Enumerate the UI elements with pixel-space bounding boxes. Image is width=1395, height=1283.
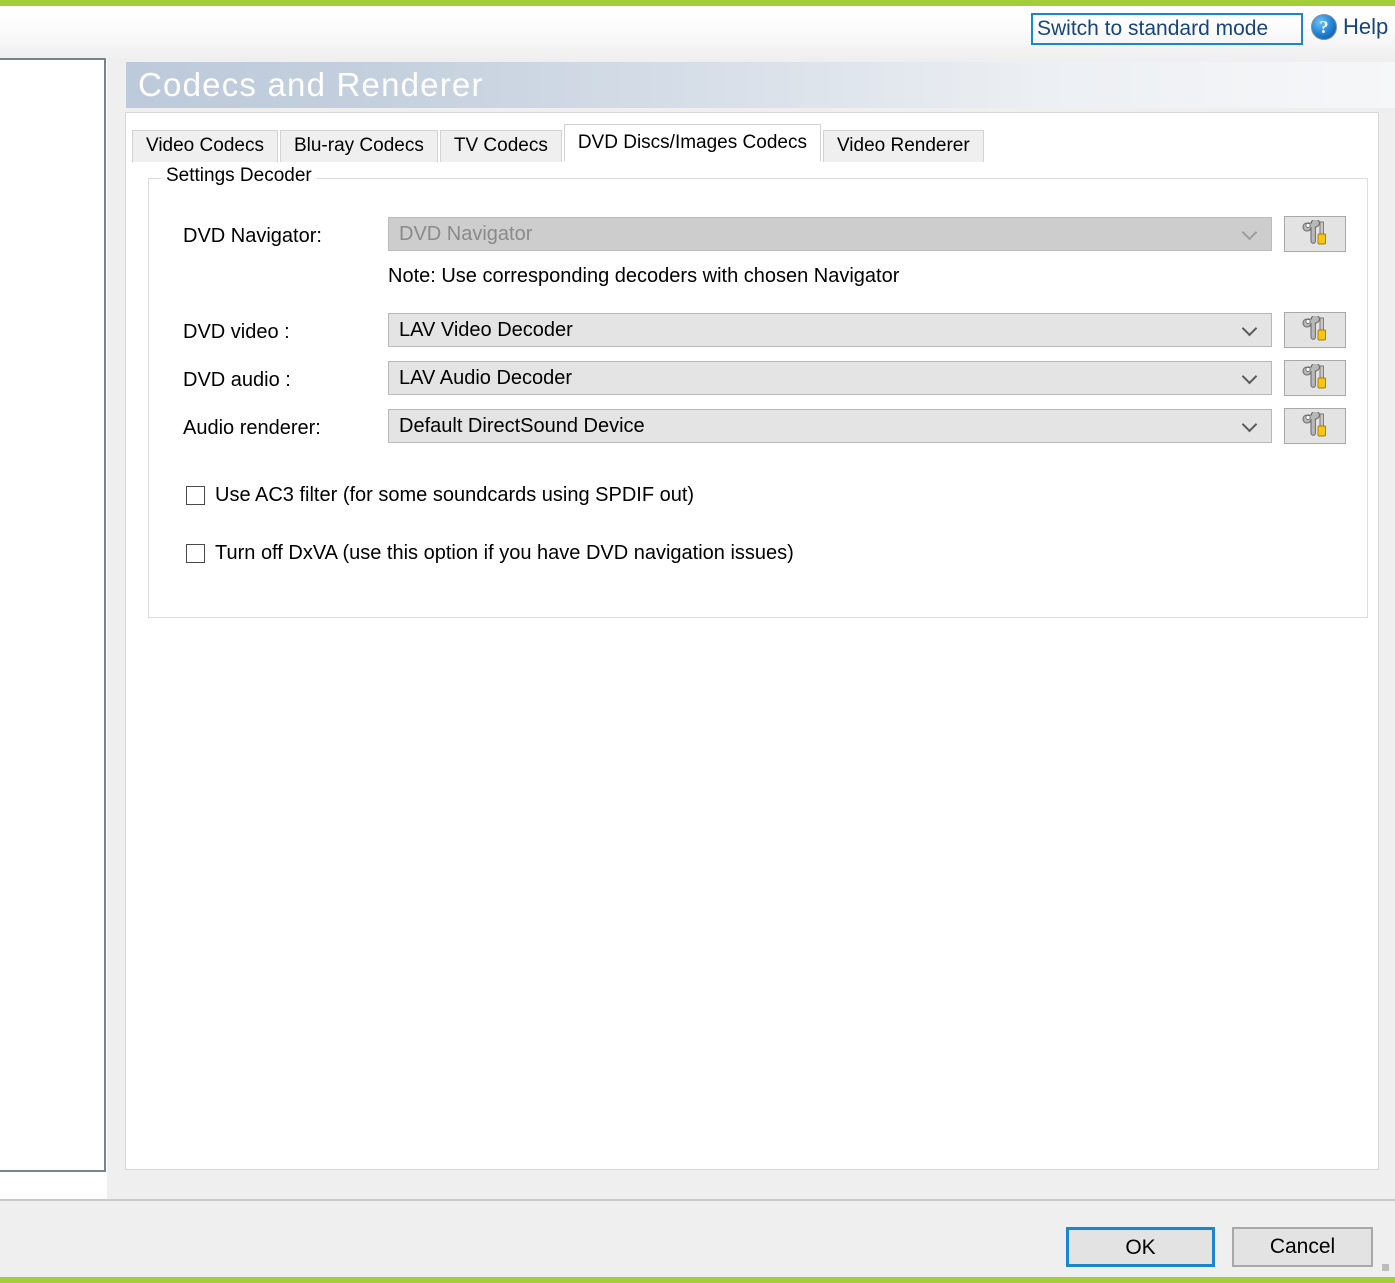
resize-grip[interactable]: [1382, 1264, 1389, 1271]
dvd-video-value: LAV Video Decoder: [399, 318, 573, 341]
turn-off-dxva-checkbox[interactable]: [186, 544, 205, 563]
dvd-audio-label: DVD audio :: [183, 369, 291, 391]
tab-bluray-codecs[interactable]: Blu-ray Codecs: [279, 130, 438, 162]
wrench-screwdriver-icon: [1302, 316, 1327, 341]
audio-renderer-label: Audio renderer:: [183, 417, 321, 439]
dvd-video-settings-button[interactable]: [1284, 312, 1346, 348]
turn-off-dxva-label: Turn off DxVA (use this option if you ha…: [215, 542, 794, 564]
page-title-band: Codecs and Renderer: [126, 62, 1395, 108]
dvd-video-select[interactable]: LAV Video Decoder: [388, 313, 1272, 347]
tab-video-renderer[interactable]: Video Renderer: [822, 130, 984, 162]
wrench-screwdriver-icon: [1302, 220, 1327, 245]
settings-decoder-legend: Settings Decoder: [161, 165, 317, 187]
cancel-button[interactable]: Cancel: [1232, 1227, 1373, 1267]
dvd-navigator-label: DVD Navigator:: [183, 225, 322, 247]
dvd-navigator-settings-button[interactable]: [1284, 216, 1346, 252]
audio-renderer-select[interactable]: Default DirectSound Device: [388, 409, 1272, 443]
use-ac3-filter-checkbox[interactable]: [186, 486, 205, 505]
application-window: Switch to standard mode ? Help Codecs an…: [0, 0, 1395, 1283]
audio-renderer-settings-button[interactable]: [1284, 408, 1346, 444]
tab-dvd-discs-images-codecs[interactable]: DVD Discs/Images Codecs: [563, 124, 821, 162]
dvd-video-label: DVD video :: [183, 321, 290, 343]
navigator-note: Note: Use corresponding decoders with ch…: [388, 265, 900, 287]
dvd-audio-select[interactable]: LAV Audio Decoder: [388, 361, 1272, 395]
dvd-audio-value: LAV Audio Decoder: [399, 366, 573, 389]
wrench-screwdriver-icon: [1302, 412, 1327, 437]
use-ac3-filter-label: Use AC3 filter (for some soundcards usin…: [215, 484, 695, 506]
help-button[interactable]: ? Help: [1311, 14, 1388, 40]
use-ac3-filter-checkbox-row[interactable]: Use AC3 filter (for some soundcards usin…: [186, 484, 694, 507]
tab-bar: Video Codecs Blu-ray Codecs TV Codecs DV…: [132, 124, 986, 162]
chevron-down-icon: [1244, 371, 1257, 384]
page-title: Codecs and Renderer: [138, 66, 484, 103]
tab-tv-codecs[interactable]: TV Codecs: [439, 130, 562, 162]
chevron-down-icon: [1244, 227, 1257, 240]
wrench-screwdriver-icon: [1302, 364, 1327, 389]
chevron-down-icon: [1244, 419, 1257, 432]
dvd-audio-settings-button[interactable]: [1284, 360, 1346, 396]
question-circle-icon: ?: [1311, 14, 1337, 40]
dvd-navigator-value: DVD Navigator: [399, 222, 533, 245]
tab-video-codecs[interactable]: Video Codecs: [132, 130, 278, 162]
audio-renderer-value: Default DirectSound Device: [399, 414, 645, 437]
ok-button[interactable]: OK: [1066, 1227, 1215, 1267]
help-label: Help: [1343, 14, 1389, 39]
left-side-panel: [0, 58, 106, 1172]
turn-off-dxva-checkbox-row[interactable]: Turn off DxVA (use this option if you ha…: [186, 542, 794, 565]
chevron-down-icon: [1244, 323, 1257, 336]
dvd-navigator-select: DVD Navigator: [388, 217, 1272, 251]
switch-to-standard-mode-link[interactable]: Switch to standard mode: [1031, 13, 1303, 45]
bottom-accent-bar: [0, 1277, 1395, 1283]
